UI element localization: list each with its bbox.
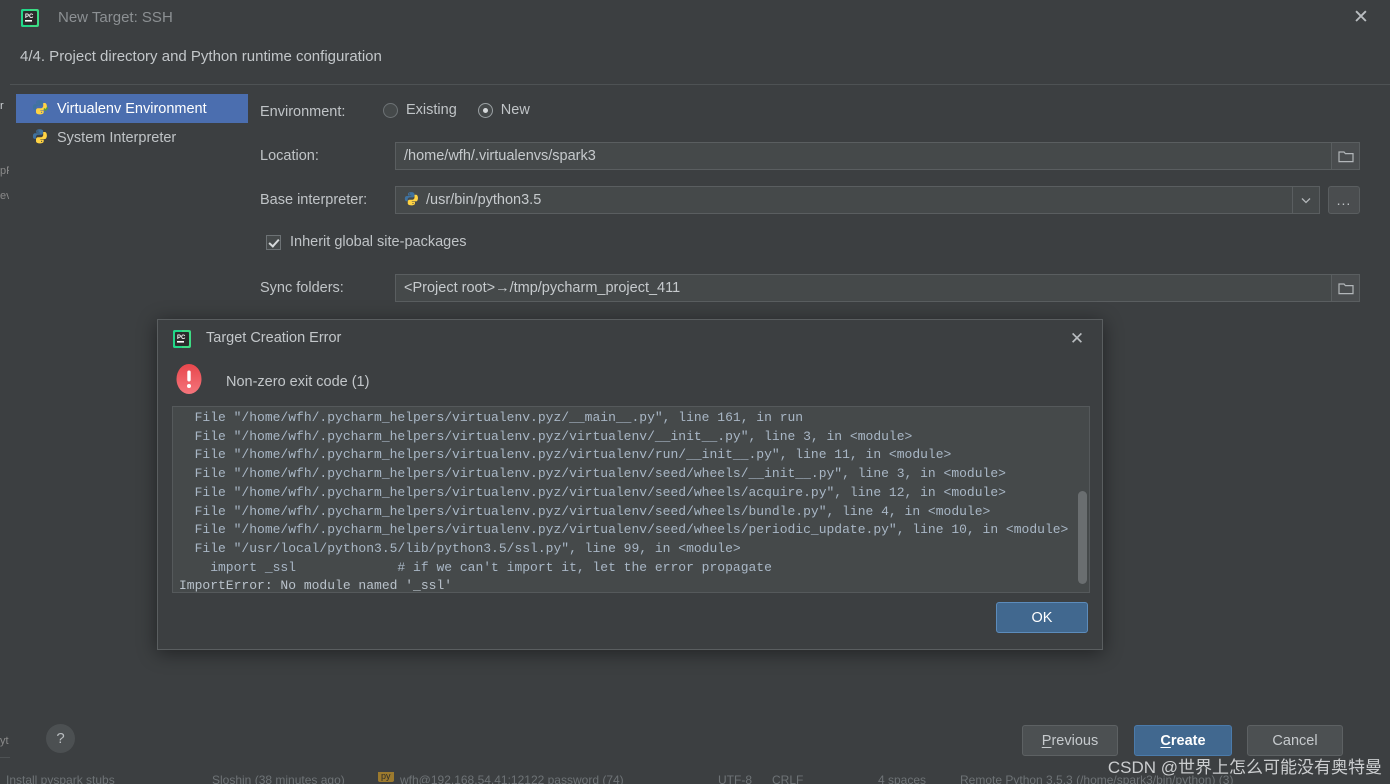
create-button-label-rest: reate [1170, 732, 1206, 749]
dialog-title: New Target: SSH [58, 9, 173, 26]
error-stacktrace-console[interactable]: File "/home/wfh/.pycharm_helpers/virtual… [172, 406, 1090, 593]
sync-folders-browse-button[interactable] [1331, 274, 1360, 302]
svg-text:PC: PC [25, 14, 34, 20]
status-item[interactable]: Install pyspark stubs [6, 773, 115, 784]
base-interpreter-value: /usr/bin/python3.5 [426, 192, 542, 208]
base-interpreter-more-button[interactable]: ... [1328, 186, 1360, 214]
page-title: 4/4. Project directory and Python runtim… [20, 48, 382, 65]
python-icon [404, 191, 419, 210]
trace-line: File "/home/wfh/.pycharm_helpers/virtual… [179, 522, 1069, 538]
sidebar-item-label: System Interpreter [57, 129, 177, 146]
pycharm-icon: PC [172, 329, 192, 349]
header-divider [10, 84, 1390, 85]
inherit-site-packages-checkbox[interactable]: Inherit global site-packages [266, 234, 467, 250]
target-creation-error-dialog: PC Target Creation Error ✕ Non-zero exit… [157, 319, 1103, 650]
radio-circle-icon [383, 102, 398, 118]
folder-icon [1337, 151, 1354, 163]
ok-button[interactable]: OK [996, 602, 1088, 633]
previous-mnemonic: P [1041, 732, 1052, 749]
error-status-text: Non-zero exit code (1) [226, 373, 370, 390]
trace-line: File "/home/wfh/.pycharm_helpers/virtual… [179, 447, 952, 463]
location-row: Location: /home/wfh/.virtualenvs/spark3 [260, 138, 1380, 182]
status-item[interactable]: wfh@192.168.54.41:12122 password (74) [400, 773, 624, 784]
ide-left-tab[interactable]: ev [0, 190, 9, 202]
sync-folders-input[interactable]: <Project root>→/tmp/pycharm_project_411 [395, 274, 1360, 302]
chevron-down-icon[interactable] [1292, 187, 1319, 213]
pycharm-icon: PC [20, 8, 40, 28]
error-status-row: Non-zero exit code (1) [172, 362, 369, 401]
location-label: Location: [260, 148, 319, 164]
environment-type-list: Virtualenv Environment System Interprete… [16, 94, 248, 152]
trace-line: File "/home/wfh/.pycharm_helpers/virtual… [179, 484, 1006, 500]
close-icon[interactable]: ✕ [1350, 7, 1372, 29]
sync-folders-row: Sync folders: <Project root>→/tmp/pychar… [260, 270, 1380, 314]
trace-line: File "/home/wfh/.pycharm_helpers/virtual… [179, 428, 913, 444]
svg-text:PC: PC [177, 335, 186, 341]
location-input[interactable]: /home/wfh/.virtualenvs/spark3 [395, 142, 1360, 170]
trace-line: File "/usr/local/python3.5/lib/python3.5… [179, 540, 741, 556]
radio-new[interactable]: New [477, 102, 530, 118]
trace-error-line: ImportError: No module named '_ssl' [179, 578, 453, 593]
python-icon [32, 128, 48, 148]
folder-icon [1337, 283, 1354, 295]
sync-folders-label: Sync folders: [260, 280, 344, 296]
dialog-titlebar: PC New Target: SSH ✕ [10, 0, 1390, 38]
checkbox-icon [266, 234, 281, 250]
environment-row: Environment: Existing New [260, 94, 1380, 138]
trace-line: File "/home/wfh/.pycharm_helpers/virtual… [179, 466, 1006, 482]
inherit-site-packages-label: Inherit global site-packages [290, 234, 467, 250]
status-item-encoding[interactable]: UTF-8 [718, 773, 752, 784]
radio-new-label: New [500, 102, 530, 118]
radio-existing-label: Existing [406, 102, 457, 118]
ide-left-tab[interactable]: pP [0, 165, 9, 177]
help-button[interactable]: ? [46, 724, 75, 753]
ide-left-tab[interactable]: r [0, 100, 9, 112]
error-dialog-titlebar: PC Target Creation Error ✕ [158, 320, 1102, 358]
inherit-site-packages-row: Inherit global site-packages [260, 226, 1380, 270]
stacktrace-text: File "/home/wfh/.pycharm_helpers/virtual… [173, 407, 1089, 593]
trace-line: import _ssl # if we can't import it, let… [179, 559, 772, 575]
python-virtualenv-icon [32, 99, 49, 119]
csdn-watermark: CSDN @世界上怎么可能没有奥特曼 [1107, 758, 1382, 777]
console-scrollbar-thumb[interactable] [1078, 491, 1087, 584]
error-exclamation-icon [172, 362, 206, 401]
base-interpreter-label: Base interpreter: [260, 192, 368, 208]
create-mnemonic: C [1160, 732, 1171, 749]
sidebar-item-system-interpreter[interactable]: System Interpreter [16, 123, 248, 152]
base-interpreter-row: Base interpreter: /usr/bin/python3.5 ... [260, 182, 1380, 226]
location-browse-button[interactable] [1331, 142, 1360, 170]
cancel-button[interactable]: Cancel [1247, 725, 1343, 756]
previous-button[interactable]: Previous [1022, 725, 1118, 756]
ide-left-tab[interactable]: yt [0, 735, 9, 747]
status-item-indent[interactable]: 4 spaces [878, 773, 926, 784]
radio-existing[interactable]: Existing [383, 102, 457, 118]
environment-label: Environment: [260, 104, 346, 120]
trace-line: File "/home/wfh/.pycharm_helpers/virtual… [179, 503, 991, 519]
status-item[interactable]: Sloshin (38 minutes ago) [212, 773, 345, 784]
create-button[interactable]: Create [1134, 725, 1232, 756]
error-dialog-title: Target Creation Error [206, 330, 342, 346]
sidebar-item-label: Virtualenv Environment [57, 100, 207, 117]
environment-form: Environment: Existing New Location: /hom… [260, 94, 1380, 314]
trace-line: File "/home/wfh/.pycharm_helpers/virtual… [179, 410, 804, 425]
close-icon[interactable]: ✕ [1066, 328, 1088, 350]
status-item-line-separator[interactable]: CRLF [772, 773, 803, 784]
radio-circle-icon [477, 102, 493, 118]
environment-radio-group: Existing New [383, 102, 530, 118]
sidebar-item-virtualenv-environment[interactable]: Virtualenv Environment [16, 94, 248, 123]
base-interpreter-combobox[interactable]: /usr/bin/python3.5 [395, 186, 1320, 214]
previous-button-label-rest: revious [1051, 732, 1099, 749]
